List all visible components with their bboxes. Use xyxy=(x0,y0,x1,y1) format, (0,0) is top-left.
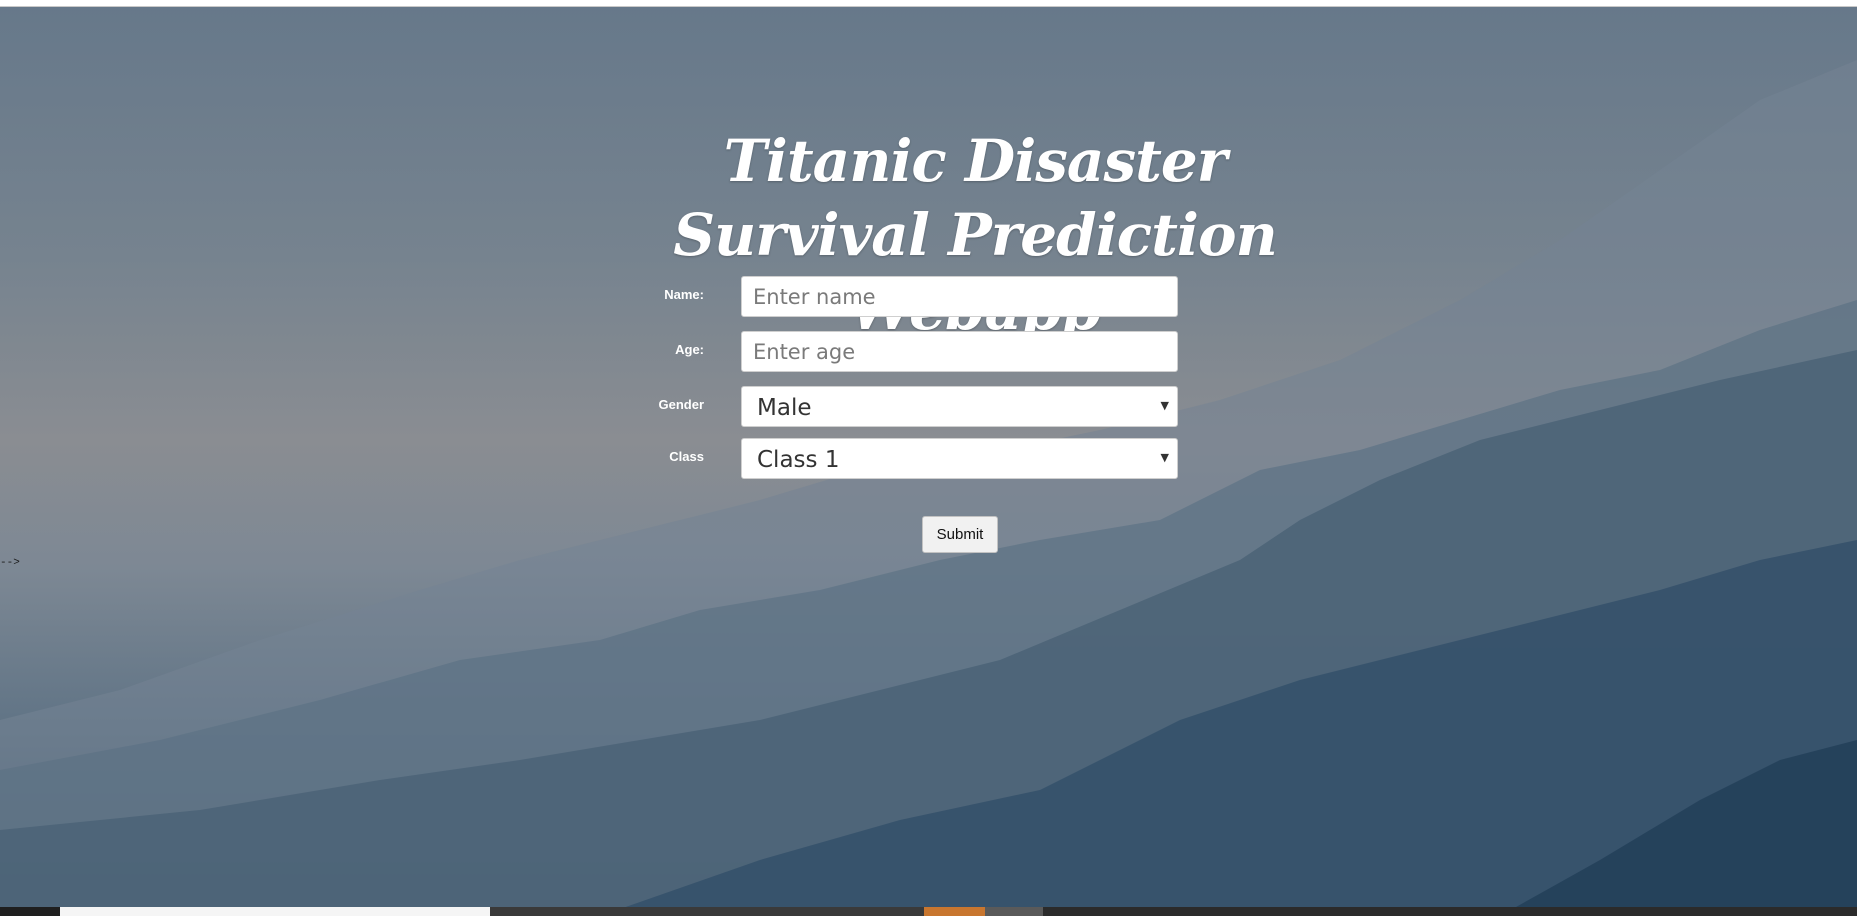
taskbar xyxy=(0,907,1857,916)
taskbar-segment-app[interactable] xyxy=(985,907,1043,916)
gender-selected-value: Male xyxy=(757,395,812,421)
submit-button[interactable]: Submit xyxy=(922,516,998,553)
chevron-down-icon: ▼ xyxy=(1160,399,1169,412)
stray-comment-text: --> xyxy=(0,557,20,569)
browser-top-edge xyxy=(0,0,1857,7)
chevron-down-icon: ▼ xyxy=(1160,451,1169,464)
age-label: Age: xyxy=(675,342,704,357)
class-selected-value: Class 1 xyxy=(757,447,840,473)
gender-select[interactable]: Male ▼ xyxy=(741,386,1178,427)
name-input[interactable] xyxy=(741,276,1178,317)
taskbar-segment-start[interactable] xyxy=(0,907,60,916)
gender-label: Gender xyxy=(658,397,704,412)
taskbar-segment-apps[interactable] xyxy=(490,907,924,916)
taskbar-active-app[interactable] xyxy=(924,907,985,916)
page-background: Titanic Disaster Survival Prediction Web… xyxy=(0,0,1857,916)
taskbar-search-box[interactable] xyxy=(60,907,490,916)
age-input[interactable] xyxy=(741,331,1178,372)
name-label: Name: xyxy=(664,287,704,302)
class-label: Class xyxy=(669,449,704,464)
class-select[interactable]: Class 1 ▼ xyxy=(741,438,1178,479)
taskbar-segment-tray xyxy=(1043,907,1857,916)
